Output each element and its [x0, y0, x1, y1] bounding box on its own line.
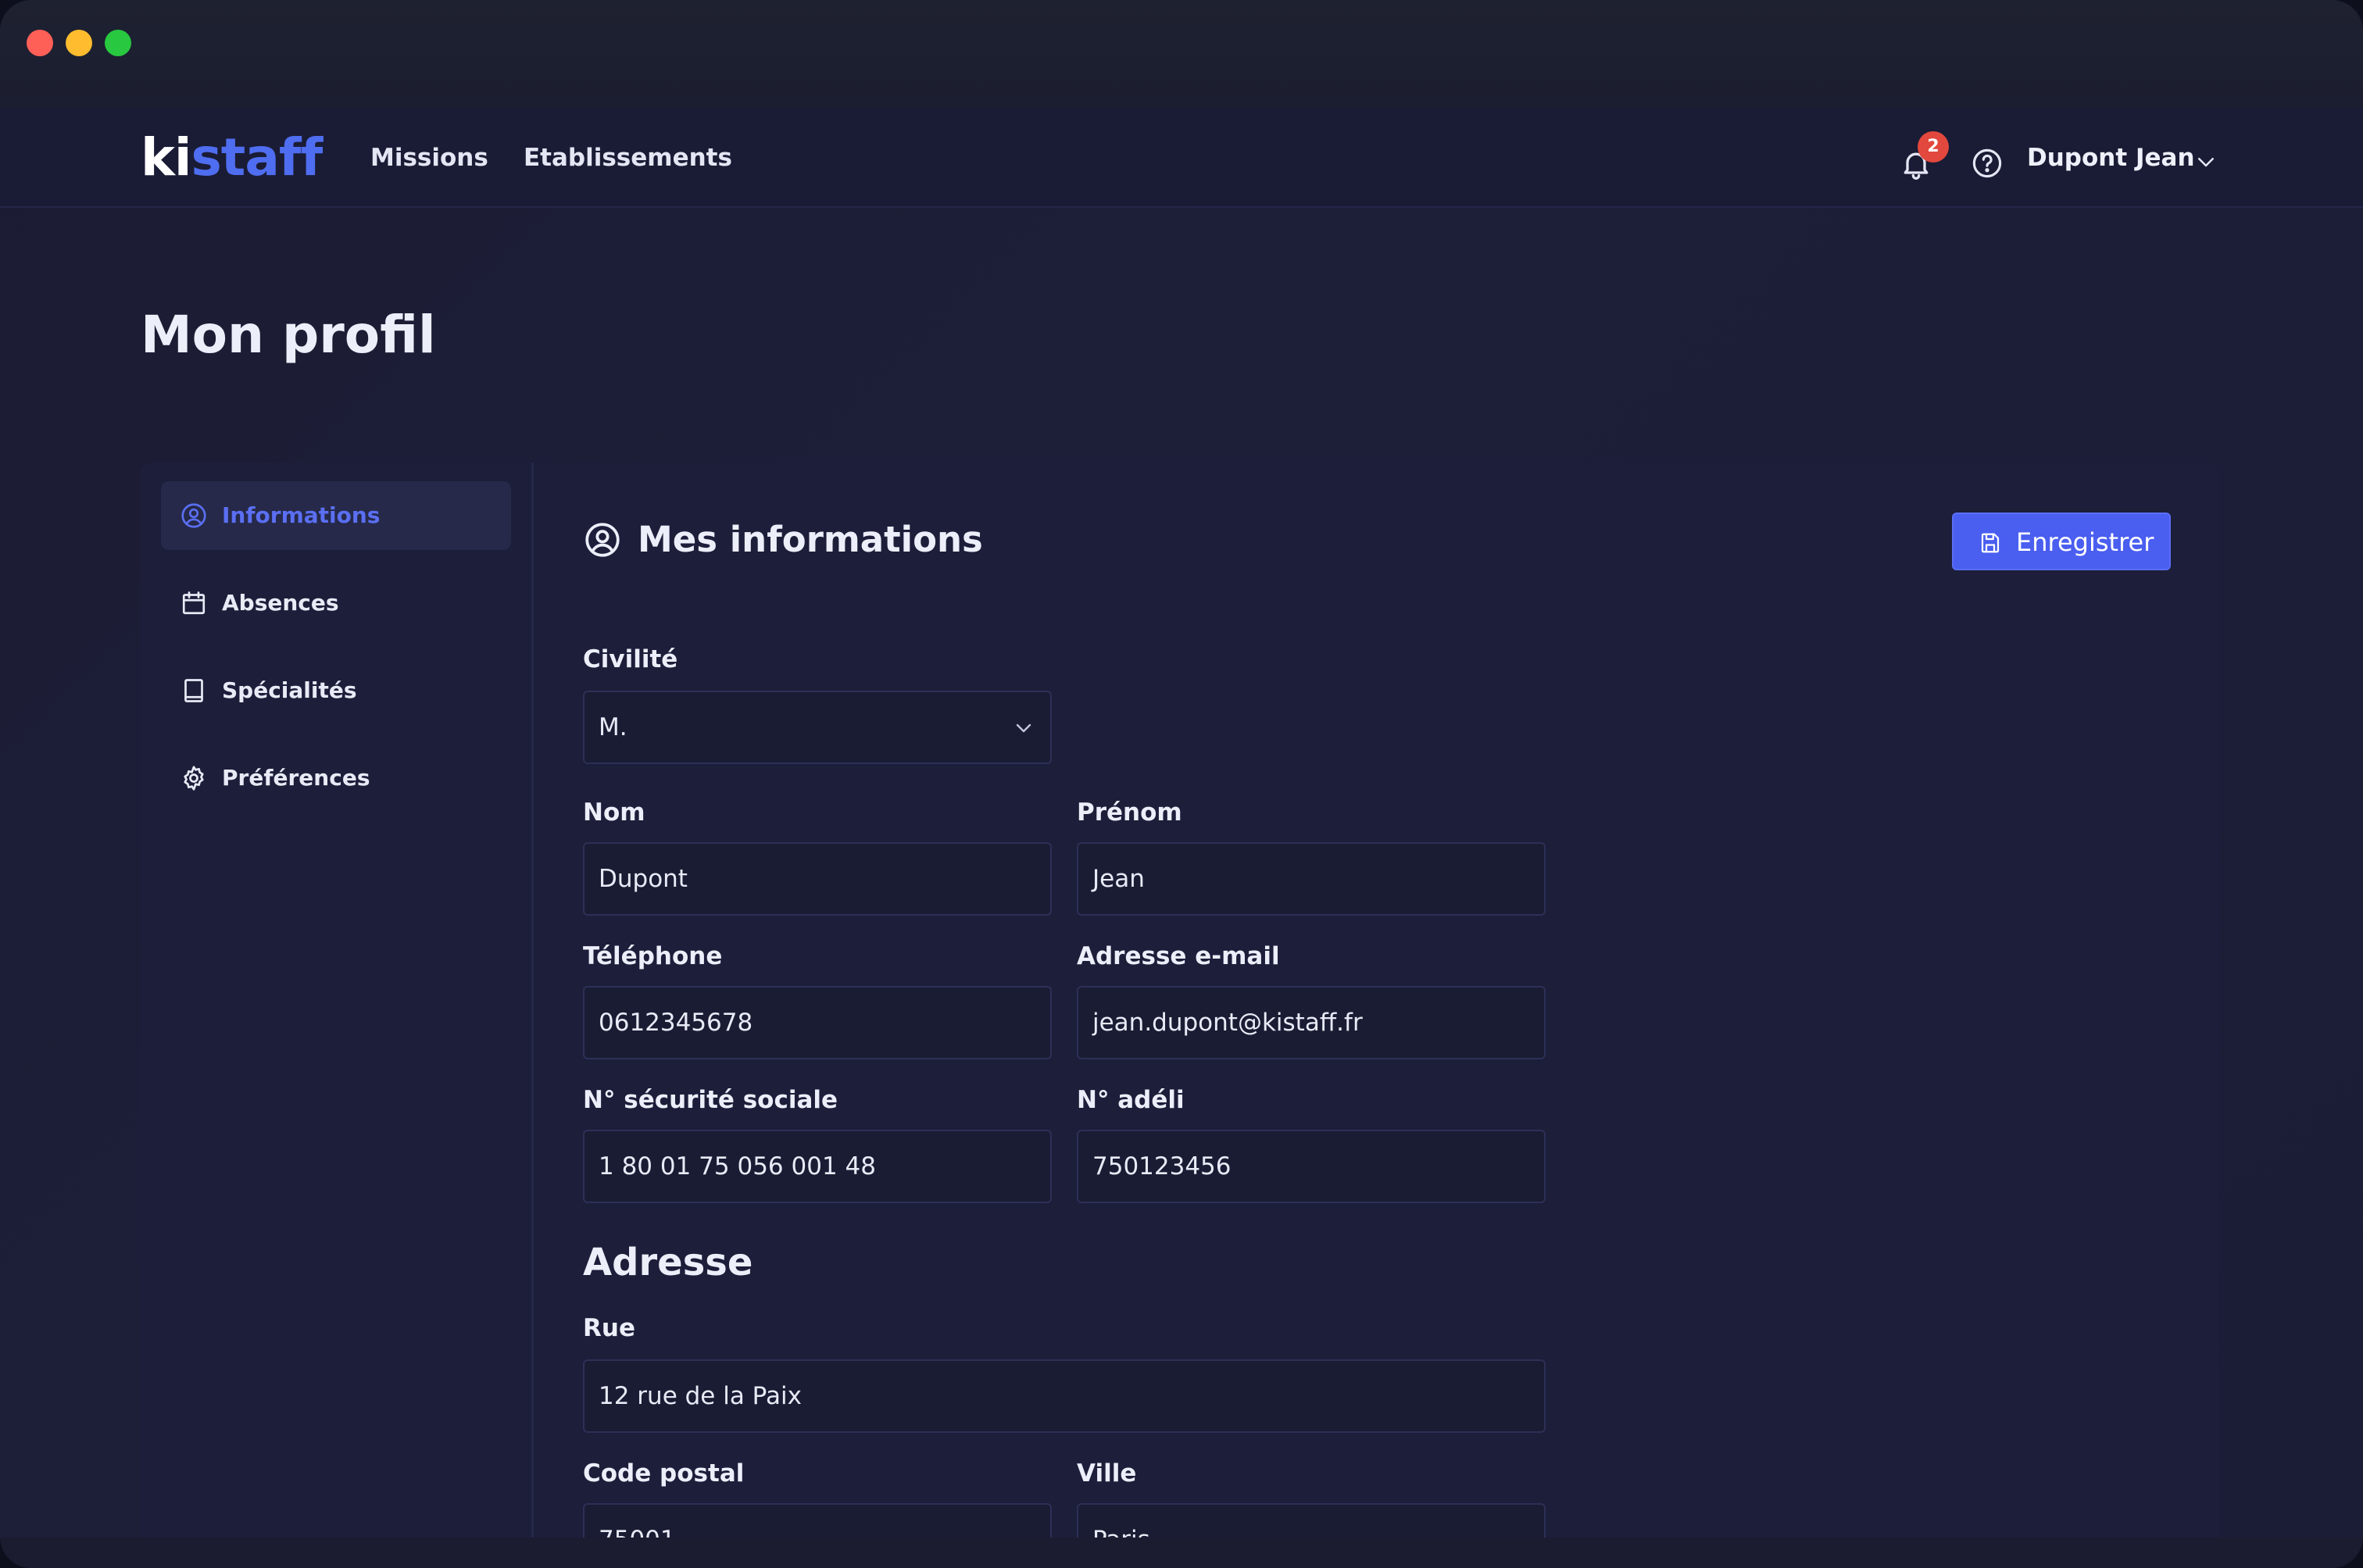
civilite-value: M. [599, 713, 627, 741]
prenom-input[interactable]: Jean [1077, 842, 1546, 916]
rue-value: 12 rue de la Paix [599, 1382, 802, 1410]
telephone-value: 0612345678 [599, 1009, 753, 1037]
prenom-label: Prénom [1077, 798, 1182, 827]
window-bottom-edge [0, 1538, 2363, 1568]
chevron-down-icon [1016, 723, 1031, 733]
nom-label: Nom [583, 798, 645, 827]
ville-label: Ville [1077, 1459, 1137, 1488]
email-input[interactable]: jean.dupont@kistaff.fr [1077, 986, 1546, 1059]
secu-label: N° sécurité sociale [583, 1086, 838, 1114]
sidebar-item-informations[interactable]: Informations [161, 481, 511, 550]
prenom-value: Jean [1092, 865, 1145, 893]
chevron-down-icon[interactable] [2194, 150, 2218, 173]
calendar-icon [182, 591, 206, 615]
address-title: Adresse [583, 1241, 753, 1284]
user-menu[interactable]: Dupont Jean [2027, 142, 2195, 173]
page-title: Mon profil [141, 305, 436, 365]
kistaff-logo[interactable]: kistaff [141, 127, 323, 189]
nav-missions[interactable]: Missions [370, 142, 488, 173]
close-window-button[interactable] [27, 30, 53, 56]
civilite-select[interactable]: M. [583, 691, 1052, 764]
minimize-window-button[interactable] [66, 30, 92, 56]
sidebar-item-preferences[interactable]: Préférences [161, 744, 511, 813]
nav-etablissements[interactable]: Etablissements [524, 142, 732, 173]
save-button[interactable]: Enregistrer [1952, 513, 2171, 570]
book-icon [184, 679, 203, 702]
email-label: Adresse e-mail [1077, 942, 1280, 970]
sidebar-item-label: Préférences [222, 765, 370, 791]
adeli-value: 750123456 [1092, 1152, 1232, 1180]
app-window: kistaff Missions Etablissements 2 Dupont… [0, 0, 2363, 1568]
adeli-label: N° adéli [1077, 1086, 1185, 1114]
save-icon [1981, 533, 2000, 553]
nom-input[interactable]: Dupont [583, 842, 1052, 916]
top-navbar: kistaff Missions Etablissements 2 Dupont… [0, 108, 2363, 208]
window-titlebar [0, 0, 2363, 108]
sidebar-item-label: Informations [222, 502, 381, 528]
email-value: jean.dupont@kistaff.fr [1092, 1009, 1363, 1037]
secu-input[interactable]: 1 80 01 75 056 001 48 [583, 1130, 1052, 1203]
rue-input[interactable]: 12 rue de la Paix [583, 1359, 1546, 1433]
help-icon[interactable] [1971, 147, 2004, 180]
civilite-label: Civilité [583, 645, 678, 673]
sidebar-divider [531, 463, 534, 1568]
telephone-label: Téléphone [583, 942, 723, 970]
sidebar-item-specialites[interactable]: Spécialités [161, 656, 511, 725]
gear-icon [184, 766, 204, 791]
section-title: Mes informations [638, 519, 983, 560]
user-circle-icon [181, 503, 206, 528]
sidebar-item-absences[interactable]: Absences [161, 569, 511, 638]
sidebar-item-label: Spécialités [222, 677, 357, 703]
user-circle-icon [585, 523, 620, 557]
telephone-input[interactable]: 0612345678 [583, 986, 1052, 1059]
sidebar-item-label: Absences [222, 590, 339, 616]
nom-value: Dupont [599, 865, 688, 893]
rue-label: Rue [583, 1314, 635, 1342]
secu-value: 1 80 01 75 056 001 48 [599, 1152, 876, 1180]
adeli-input[interactable]: 750123456 [1077, 1130, 1546, 1203]
maximize-window-button[interactable] [105, 30, 131, 56]
code-postal-label: Code postal [583, 1459, 745, 1488]
notification-badge: 2 [1918, 131, 1949, 163]
save-button-label: Enregistrer [2016, 527, 2154, 557]
